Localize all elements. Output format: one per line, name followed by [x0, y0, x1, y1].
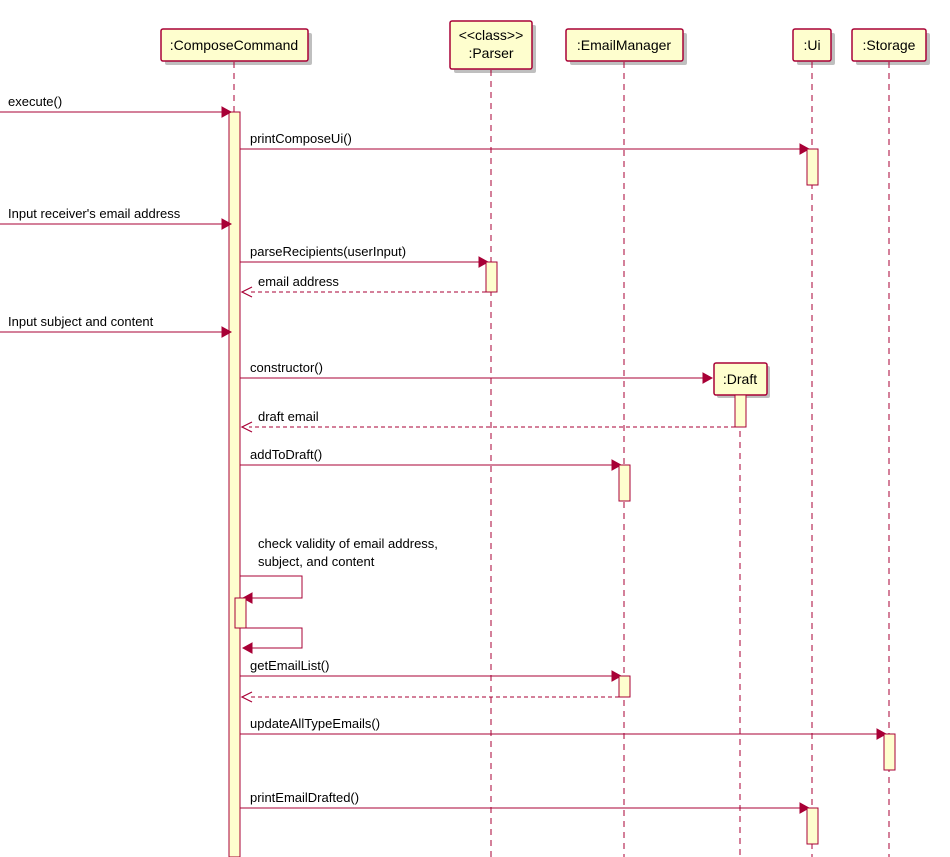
updatealltypeemails-label: updateAllTypeEmails() — [250, 716, 380, 731]
composecommand-label: :ComposeCommand — [170, 37, 298, 53]
participant-draft: :Draft — [714, 363, 770, 398]
emailaddressreturn-label: email address — [258, 274, 339, 289]
participant-storage: :Storage — [852, 29, 930, 65]
message-addtodraft: addToDraft() — [240, 447, 621, 470]
participant-parser: <<class>> :Parser — [450, 21, 536, 73]
printemaildrafted-label: printEmailDrafted() — [250, 790, 359, 805]
activation-emailmanager-1 — [619, 465, 630, 501]
printcomposeui-label: printComposeUi() — [250, 131, 352, 146]
activation-ui-1 — [807, 149, 818, 185]
message-inputreceiver: Input receiver's email address — [0, 206, 231, 229]
participant-ui: :Ui — [793, 29, 835, 65]
getemaillist-label: getEmailList() — [250, 658, 329, 673]
message-getemaillist: getEmailList() — [240, 658, 621, 681]
message-constructor: constructor() — [240, 360, 712, 383]
addtodraft-label: addToDraft() — [250, 447, 322, 462]
sequence-diagram: :ComposeCommand <<class>> :Parser :Email… — [0, 0, 950, 857]
activation-emailmanager-2 — [619, 676, 630, 697]
message-execute: execute() — [0, 94, 231, 117]
participant-emailmanager: :EmailManager — [566, 29, 687, 65]
return-checkvalidity — [243, 628, 302, 653]
activation-parser — [486, 262, 497, 292]
message-printemaildrafted: printEmailDrafted() — [240, 790, 809, 813]
constructor-label: constructor() — [250, 360, 323, 375]
message-parserecipients: parseRecipients(userInput) — [240, 244, 488, 267]
emailmanager-label: :EmailManager — [577, 37, 671, 53]
inputsubject-label: Input subject and content — [8, 314, 154, 329]
parser-stereo: <<class>> — [459, 27, 524, 43]
draft-label: :Draft — [723, 371, 757, 387]
storage-label: :Storage — [863, 37, 916, 53]
participant-composecommand: :ComposeCommand — [161, 29, 312, 65]
checkvalidity-line1: check validity of email address, — [258, 536, 438, 551]
ui-label: :Ui — [803, 37, 820, 53]
activation-ui-2 — [807, 808, 818, 844]
return-getemaillist — [242, 692, 619, 702]
inputreceiver-label: Input receiver's email address — [8, 206, 181, 221]
activation-storage — [884, 734, 895, 770]
message-printcomposeui: printComposeUi() — [240, 131, 809, 154]
message-inputsubject: Input subject and content — [0, 314, 231, 337]
return-emailaddress: email address — [242, 274, 486, 297]
draftemailreturn-label: draft email — [258, 409, 319, 424]
activation-composecommand-self — [235, 598, 246, 628]
parser-name: :Parser — [468, 45, 513, 61]
parserecipients-label: parseRecipients(userInput) — [250, 244, 406, 259]
return-draftemail: draft email — [242, 409, 735, 432]
activation-draft — [735, 395, 746, 427]
message-checkvalidity: check validity of email address, subject… — [240, 536, 438, 603]
message-updatealltypeemails: updateAllTypeEmails() — [240, 716, 886, 739]
execute-label: execute() — [8, 94, 62, 109]
checkvalidity-line2: subject, and content — [258, 554, 375, 569]
